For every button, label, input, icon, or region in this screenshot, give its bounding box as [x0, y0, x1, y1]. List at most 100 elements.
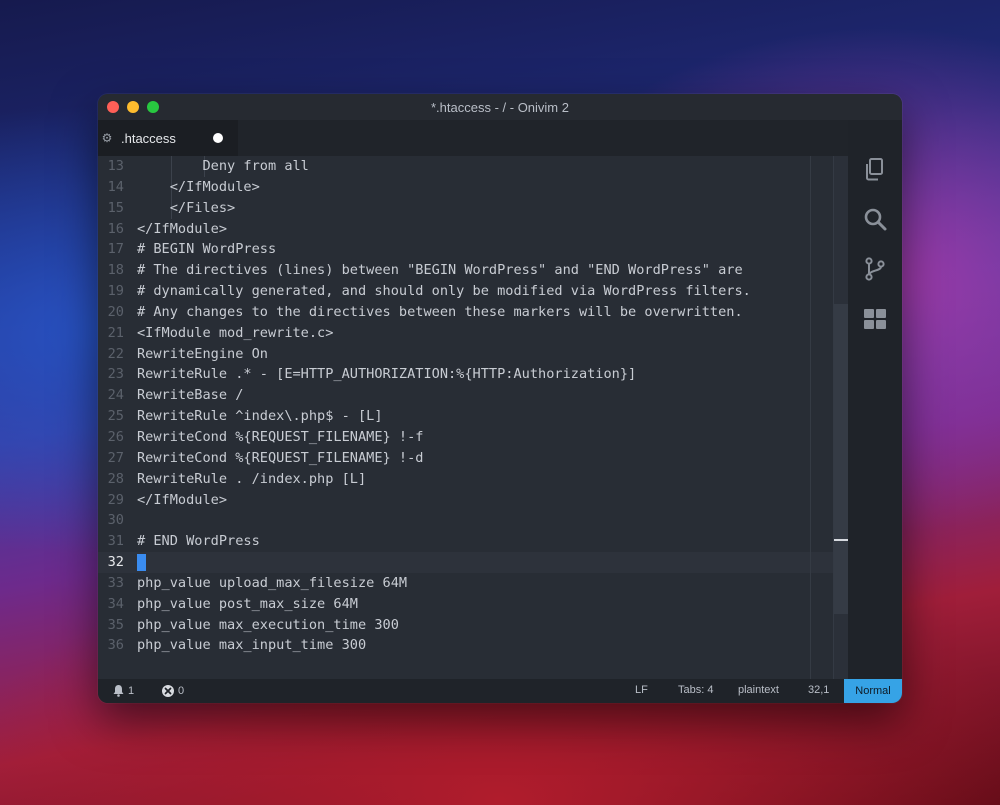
explorer-icon[interactable]	[862, 156, 888, 182]
line-number: 34	[98, 594, 124, 615]
vim-mode-label: Normal	[855, 685, 890, 697]
editor-line[interactable]: 17# BEGIN WordPress	[98, 239, 848, 260]
line-number: 27	[98, 448, 124, 469]
editor-line[interactable]: 22 RewriteEngine On	[98, 344, 848, 365]
line-code: RewriteEngine On	[137, 344, 268, 365]
editor-line[interactable]: 27 RewriteCond %{REQUEST_FILENAME} !-d	[98, 448, 848, 469]
cursor-position-marker	[834, 539, 848, 541]
line-number: 36	[98, 635, 124, 656]
gear-icon: ⚙	[98, 131, 118, 145]
editor-lines: 13 Deny from all14 </IfModule>15 </Files…	[98, 156, 848, 656]
line-number: 23	[98, 364, 124, 385]
editor-line[interactable]: 19 # dynamically generated, and should on…	[98, 281, 848, 302]
editor-window: *.htaccess - / - Onivim 2 ⚙ .htaccess 13…	[98, 94, 902, 703]
line-number: 28	[98, 469, 124, 490]
minimap-scrollbar[interactable]	[833, 156, 848, 679]
notifications-indicator[interactable]: 1	[112, 684, 134, 697]
activity-bar	[848, 120, 902, 679]
vim-mode-badge: Normal	[844, 679, 902, 703]
editor-line[interactable]: 21 <IfModule mod_rewrite.c>	[98, 323, 848, 344]
tab-label: .htaccess	[121, 131, 176, 146]
line-code: RewriteBase /	[137, 385, 243, 406]
language-mode[interactable]: plaintext	[738, 684, 779, 696]
line-code: php_value max_execution_time 300	[137, 615, 399, 636]
errors-indicator[interactable]: 0	[161, 684, 184, 698]
line-code: php_value max_input_time 300	[137, 635, 366, 656]
status-bar: 1 0 LF Tabs: 4 plaintext 32,1 Normal	[98, 679, 902, 703]
editor-line[interactable]: 16</IfModule>	[98, 219, 848, 240]
editor-line[interactable]: 36 php_value max_input_time 300	[98, 635, 848, 656]
line-number: 20	[98, 302, 124, 323]
source-control-icon[interactable]	[862, 256, 888, 282]
line-code: php_value upload_max_filesize 64M	[137, 573, 407, 594]
line-code: RewriteRule .* - [E=HTTP_AUTHORIZATION:%…	[137, 364, 636, 385]
tab-bar: ⚙ .htaccess	[98, 120, 848, 156]
line-code: </Files>	[137, 198, 235, 219]
unsaved-indicator-icon[interactable]	[213, 133, 223, 143]
line-code: # dynamically generated, and should only…	[137, 281, 751, 302]
notifications-count: 1	[128, 685, 134, 697]
tab-htaccess[interactable]: ⚙ .htaccess	[98, 120, 238, 156]
line-number: 17	[98, 239, 124, 260]
editor-line[interactable]: 26 RewriteCond %{REQUEST_FILENAME} !-f	[98, 427, 848, 448]
line-number: 32	[98, 552, 124, 573]
line-number: 21	[98, 323, 124, 344]
line-code: RewriteRule . /index.php [L]	[137, 469, 366, 490]
editor-line[interactable]: 32	[98, 552, 848, 573]
bell-icon	[112, 684, 125, 697]
search-icon[interactable]	[862, 206, 888, 232]
editor-area[interactable]: 13 Deny from all14 </IfModule>15 </Files…	[98, 156, 848, 679]
line-number: 14	[98, 177, 124, 198]
errors-count: 0	[178, 685, 184, 697]
editor-line[interactable]: 20 # Any changes to the directives betwee…	[98, 302, 848, 323]
editor-line[interactable]: 28 RewriteRule . /index.php [L]	[98, 469, 848, 490]
line-number: 31	[98, 531, 124, 552]
line-code: RewriteCond %{REQUEST_FILENAME} !-d	[137, 448, 423, 469]
editor-line[interactable]: 29</IfModule>	[98, 490, 848, 511]
line-code: Deny from all	[137, 156, 309, 177]
extensions-icon[interactable]	[862, 306, 888, 332]
cursor-position[interactable]: 32,1	[808, 684, 829, 696]
line-code: RewriteCond %{REQUEST_FILENAME} !-f	[137, 427, 423, 448]
line-number: 25	[98, 406, 124, 427]
editor-line[interactable]: 34 php_value post_max_size 64M	[98, 594, 848, 615]
error-icon	[161, 684, 175, 698]
editor-line[interactable]: 14 </IfModule>	[98, 177, 848, 198]
editor-line[interactable]: 25 RewriteRule ^index\.php$ - [L]	[98, 406, 848, 427]
line-number: 13	[98, 156, 124, 177]
editor-line[interactable]: 31 # END WordPress	[98, 531, 848, 552]
editor-line[interactable]: 24 RewriteBase /	[98, 385, 848, 406]
line-code: RewriteRule ^index\.php$ - [L]	[137, 406, 383, 427]
line-code: # Any changes to the directives between …	[137, 302, 743, 323]
line-number: 24	[98, 385, 124, 406]
line-number: 29	[98, 490, 124, 511]
line-code: <IfModule mod_rewrite.c>	[137, 323, 333, 344]
text-cursor	[137, 554, 146, 571]
zoom-window-button[interactable]	[147, 101, 159, 113]
editor-line[interactable]: 13 Deny from all	[98, 156, 848, 177]
line-number: 19	[98, 281, 124, 302]
line-number: 33	[98, 573, 124, 594]
line-number: 15	[98, 198, 124, 219]
line-ending[interactable]: LF	[635, 684, 648, 696]
editor-line[interactable]: 35 php_value max_execution_time 300	[98, 615, 848, 636]
minimize-window-button[interactable]	[127, 101, 139, 113]
window-controls	[107, 101, 159, 113]
line-number: 30	[98, 510, 124, 531]
editor-line[interactable]: 30	[98, 510, 848, 531]
line-number: 35	[98, 615, 124, 636]
scrollbar-thumb[interactable]	[834, 304, 848, 614]
close-window-button[interactable]	[107, 101, 119, 113]
editor-line[interactable]: 33 php_value upload_max_filesize 64M	[98, 573, 848, 594]
line-code: # The directives (lines) between "BEGIN …	[137, 260, 743, 281]
editor-line[interactable]: 23 RewriteRule .* - [E=HTTP_AUTHORIZATION…	[98, 364, 848, 385]
column-ruler	[810, 156, 811, 679]
line-number: 22	[98, 344, 124, 365]
line-code: php_value post_max_size 64M	[137, 594, 358, 615]
line-number: 16	[98, 219, 124, 240]
line-code: # END WordPress	[137, 531, 260, 552]
editor-line[interactable]: 18# The directives (lines) between "BEGI…	[98, 260, 848, 281]
indentation[interactable]: Tabs: 4	[678, 684, 713, 696]
editor-line[interactable]: 15 </Files>	[98, 198, 848, 219]
line-number: 26	[98, 427, 124, 448]
